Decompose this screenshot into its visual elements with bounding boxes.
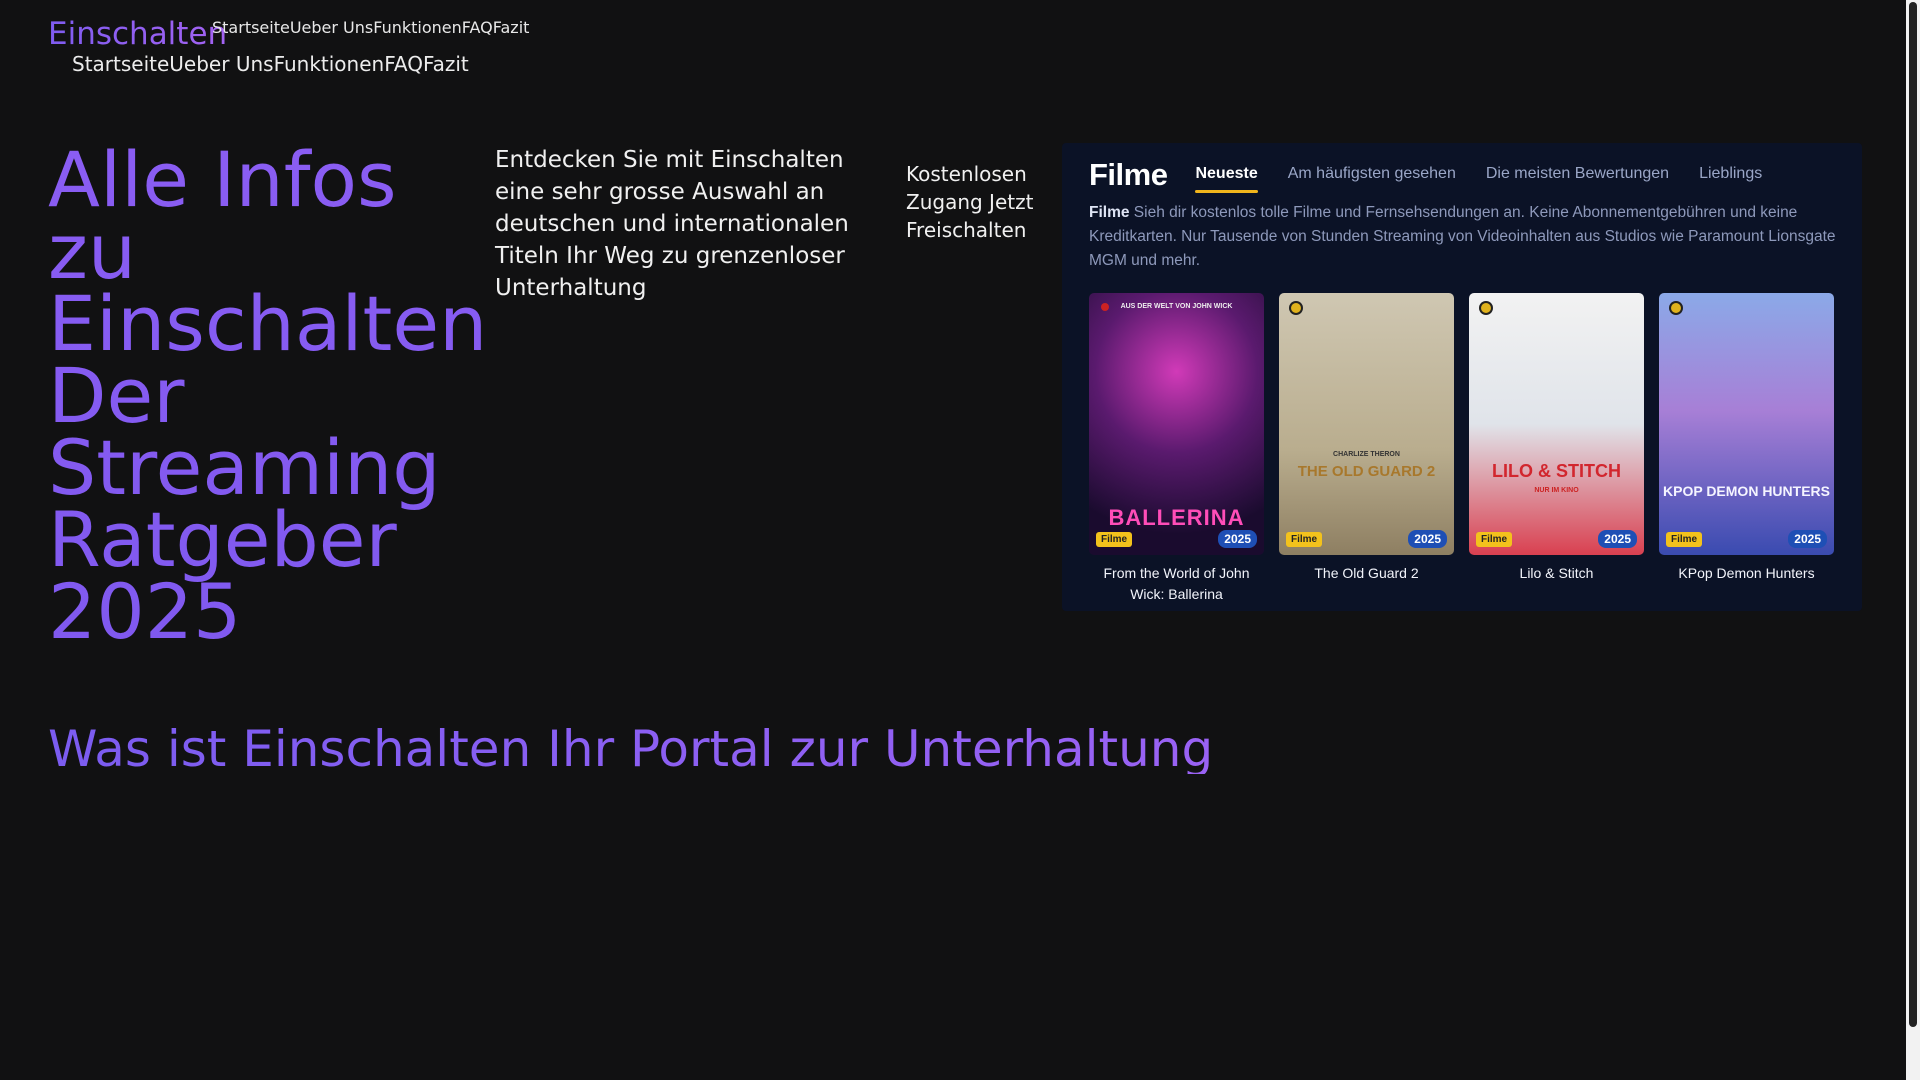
nav-link-faq[interactable]: FAQ: [462, 18, 493, 37]
section-title: Was ist Einschalten Ihr Portal zur Unter…: [48, 720, 1214, 774]
card-title: The Old Guard 2: [1314, 565, 1419, 581]
tab-haeufigsten-gesehen: Am häufigsten gesehen: [1287, 165, 1456, 182]
scrollbar-thumb[interactable]: [1909, 2, 1917, 1027]
nav2-link-faq[interactable]: FAQ: [384, 52, 423, 76]
secondary-nav: Startseite Ueber Uns Funktionen FAQ Fazi…: [72, 52, 469, 76]
tab-meisten-bewertungen: Die meisten Bewertungen: [1485, 165, 1670, 182]
poster-kpop-demon-hunters: KPOP DEMON HUNTERS Filme 2025: [1659, 293, 1834, 555]
hero-title: Alle Infos zu Einschalten Der Streaming …: [48, 135, 488, 656]
card-title: From the World of John Wick: Ballerina: [1103, 565, 1250, 602]
movie-card: KPOP DEMON HUNTERS Filme 2025 KPop Demon…: [1659, 293, 1834, 605]
movies-preview-image: Filme Neueste Am häufigsten gesehen Die …: [1062, 143, 1862, 611]
nav-link-startseite[interactable]: Startseite: [212, 18, 290, 37]
movie-card: LILO & STITCH NUR IM KINO Filme 2025 Lil…: [1469, 293, 1644, 605]
poster-lilo-stitch: LILO & STITCH NUR IM KINO Filme 2025: [1469, 293, 1644, 555]
poster-ballerina: AUS DER WELT VON JOHN WICK BALLERINA Fil…: [1089, 293, 1264, 555]
nav2-link-startseite[interactable]: Startseite: [72, 52, 169, 76]
nav-link-ueber-uns[interactable]: Ueber Uns: [290, 18, 373, 37]
nav-link-fazit[interactable]: Fazit: [493, 18, 530, 37]
panel-description: Filme Sieh dir kostenlos tolle Filme und…: [1089, 204, 1836, 269]
panel-title: Filme: [1089, 157, 1168, 192]
free-access-link[interactable]: Kostenlosen Zugang Jetzt Freischalten: [906, 160, 1036, 244]
poster-old-guard: CHARLIZE THERON THE OLD GUARD 2 Filme 20…: [1279, 293, 1454, 555]
primary-nav: Startseite Ueber Uns Funktionen FAQ Fazi…: [212, 18, 529, 37]
tab-neueste: Neueste: [1195, 165, 1258, 193]
panel-header: Filme Neueste Am häufigsten gesehen Die …: [1089, 157, 1792, 193]
movie-card: CHARLIZE THERON THE OLD GUARD 2 Filme 20…: [1279, 293, 1454, 605]
tab-lieblings: Lieblings: [1699, 165, 1763, 182]
nav2-link-fazit[interactable]: Fazit: [423, 52, 469, 76]
nav2-link-ueber-uns[interactable]: Ueber Uns: [169, 52, 273, 76]
site-logo[interactable]: Einschalten: [48, 14, 227, 54]
hero-description: Entdecken Sie mit Einschalten eine sehr …: [495, 147, 849, 301]
nav2-link-funktionen[interactable]: Funktionen: [274, 52, 385, 76]
card-title: KPop Demon Hunters: [1678, 565, 1815, 581]
movie-card: AUS DER WELT VON JOHN WICK BALLERINA Fil…: [1089, 293, 1264, 605]
movie-cards: AUS DER WELT VON JOHN WICK BALLERINA Fil…: [1089, 293, 1834, 605]
card-title: Lilo & Stitch: [1519, 565, 1594, 581]
nav-link-funktionen[interactable]: Funktionen: [373, 18, 462, 37]
